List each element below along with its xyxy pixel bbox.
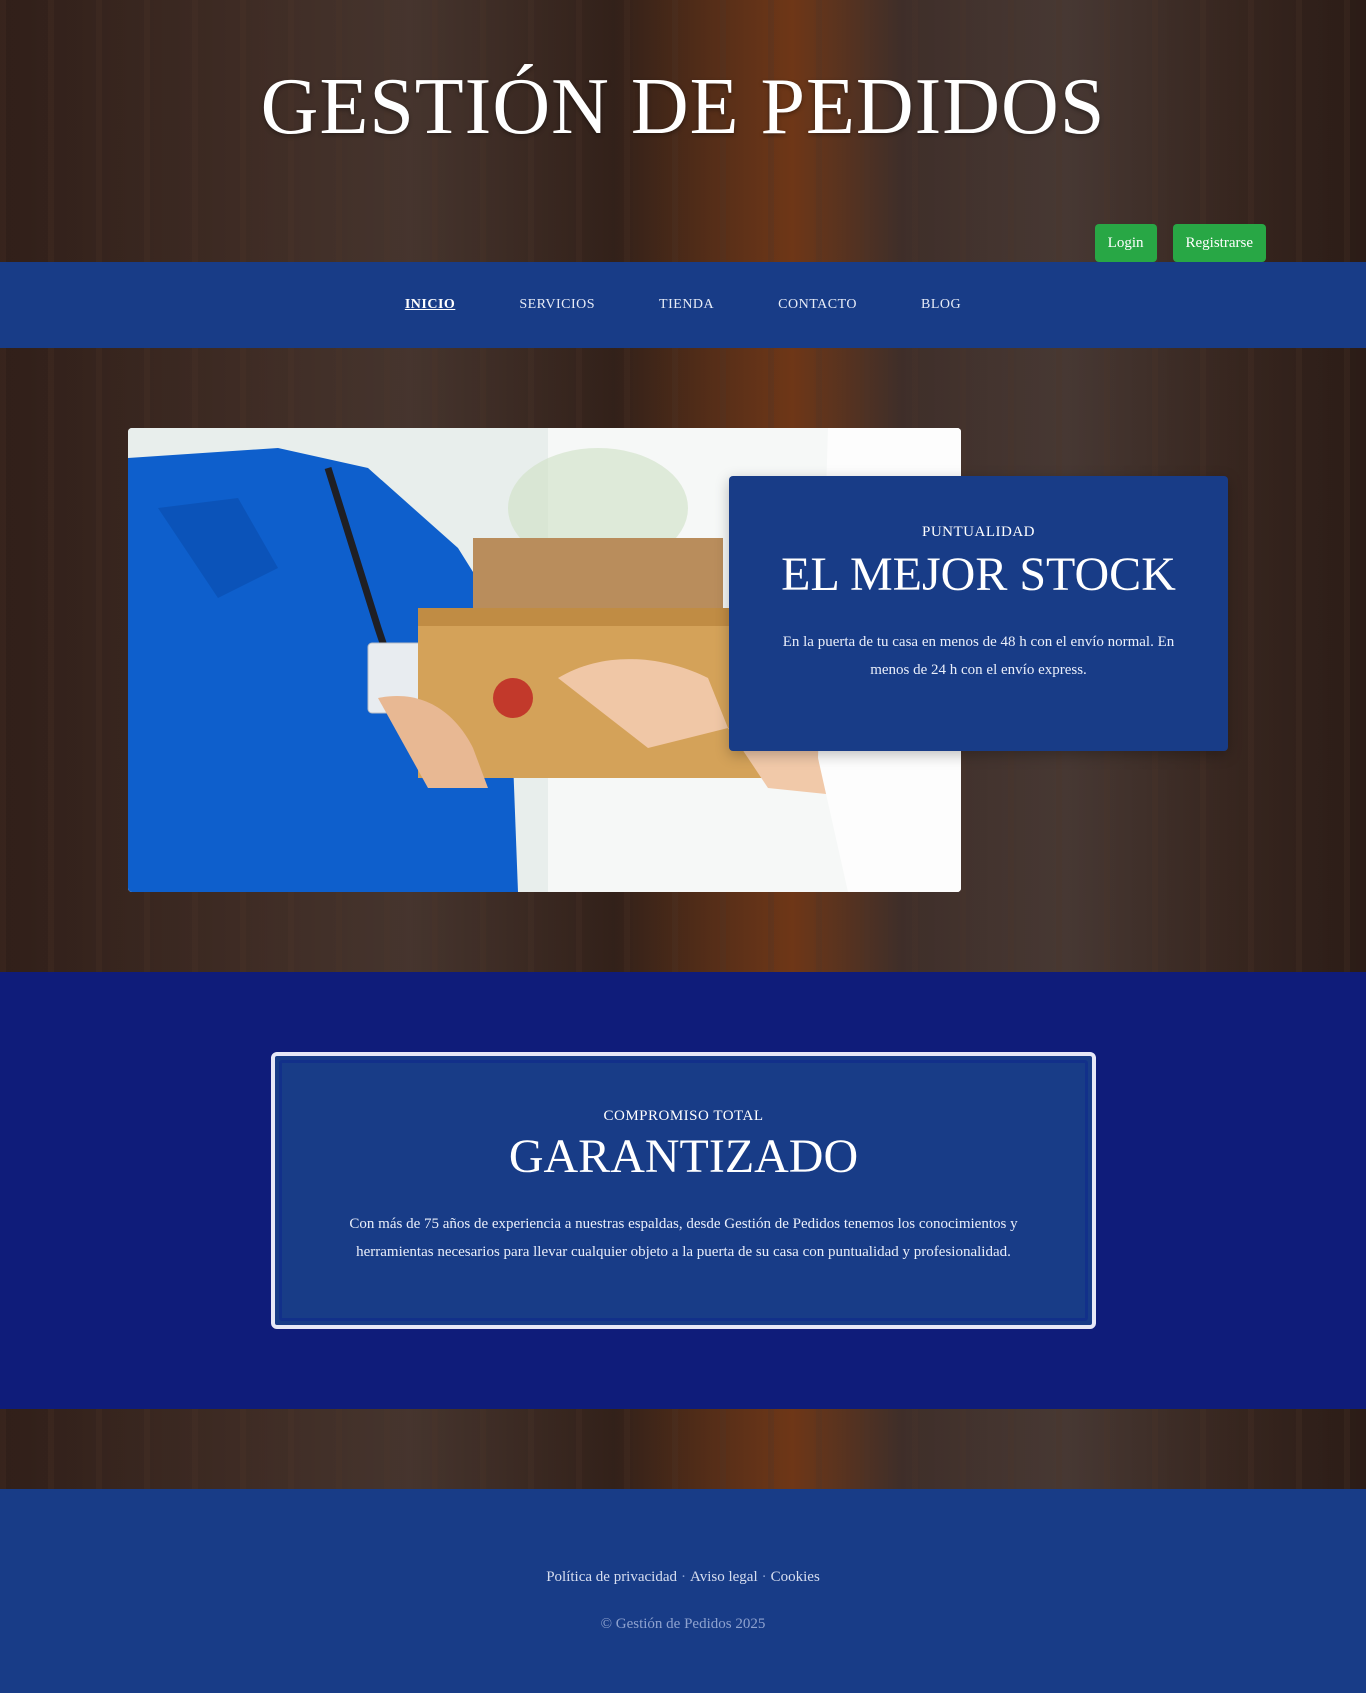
- site-footer: Política de privacidad · Aviso legal · Cooki…: [0, 1489, 1366, 1693]
- guarantee-section: COMPROMISO TOTAL GARANTIZADO Con más de …: [0, 972, 1366, 1409]
- hero-section: PUNTUALIDAD EL MEJOR STOCK En la puerta …: [0, 348, 1366, 972]
- site-title: GESTIÓN DE PEDIDOS: [260, 63, 1106, 151]
- hero-card: PUNTUALIDAD EL MEJOR STOCK En la puerta …: [729, 476, 1228, 751]
- privacy-policy-link[interactable]: Política de privacidad: [546, 1569, 677, 1585]
- login-button[interactable]: Login: [1094, 224, 1157, 262]
- legal-notice-link[interactable]: Aviso legal: [690, 1569, 758, 1585]
- main-nav: INICIO SERVICIOS TIENDA CONTACTO BLOG: [0, 262, 1366, 348]
- hero-text: En la puerta de tu casa en menos de 48 h…: [782, 633, 1175, 678]
- copyright-text: © Gestión de Pedidos 2025: [600, 1616, 766, 1632]
- guarantee-title: GARANTIZADO: [508, 1130, 859, 1183]
- auth-buttons: Login Registrarse: [1094, 224, 1266, 262]
- nav-item-contacto[interactable]: CONTACTO: [778, 297, 857, 313]
- footer-separator: ·: [761, 1569, 767, 1585]
- register-button[interactable]: Registrarse: [1172, 224, 1266, 262]
- footer-links: Política de privacidad · Aviso legal · Cooki…: [0, 1569, 1366, 1586]
- nav-item-servicios[interactable]: SERVICIOS: [519, 297, 595, 313]
- nav-item-inicio[interactable]: INICIO: [405, 297, 455, 313]
- guarantee-eyebrow: COMPROMISO TOTAL: [603, 1108, 764, 1124]
- hero-title: EL MEJOR STOCK: [781, 548, 1176, 601]
- guarantee-text: Con más de 75 años de experiencia a nues…: [349, 1215, 1018, 1260]
- cookies-link[interactable]: Cookies: [771, 1569, 820, 1585]
- hero-eyebrow: PUNTUALIDAD: [922, 524, 1035, 540]
- guarantee-card: COMPROMISO TOTAL GARANTIZADO Con más de …: [271, 1052, 1096, 1329]
- footer-separator: ·: [681, 1569, 686, 1585]
- nav-item-blog[interactable]: BLOG: [921, 297, 961, 313]
- nav-item-tienda[interactable]: TIENDA: [659, 297, 714, 313]
- guarantee-card-inner: COMPROMISO TOTAL GARANTIZADO Con más de …: [279, 1060, 1088, 1321]
- site-header: GESTIÓN DE PEDIDOS Login Registrarse: [0, 0, 1366, 262]
